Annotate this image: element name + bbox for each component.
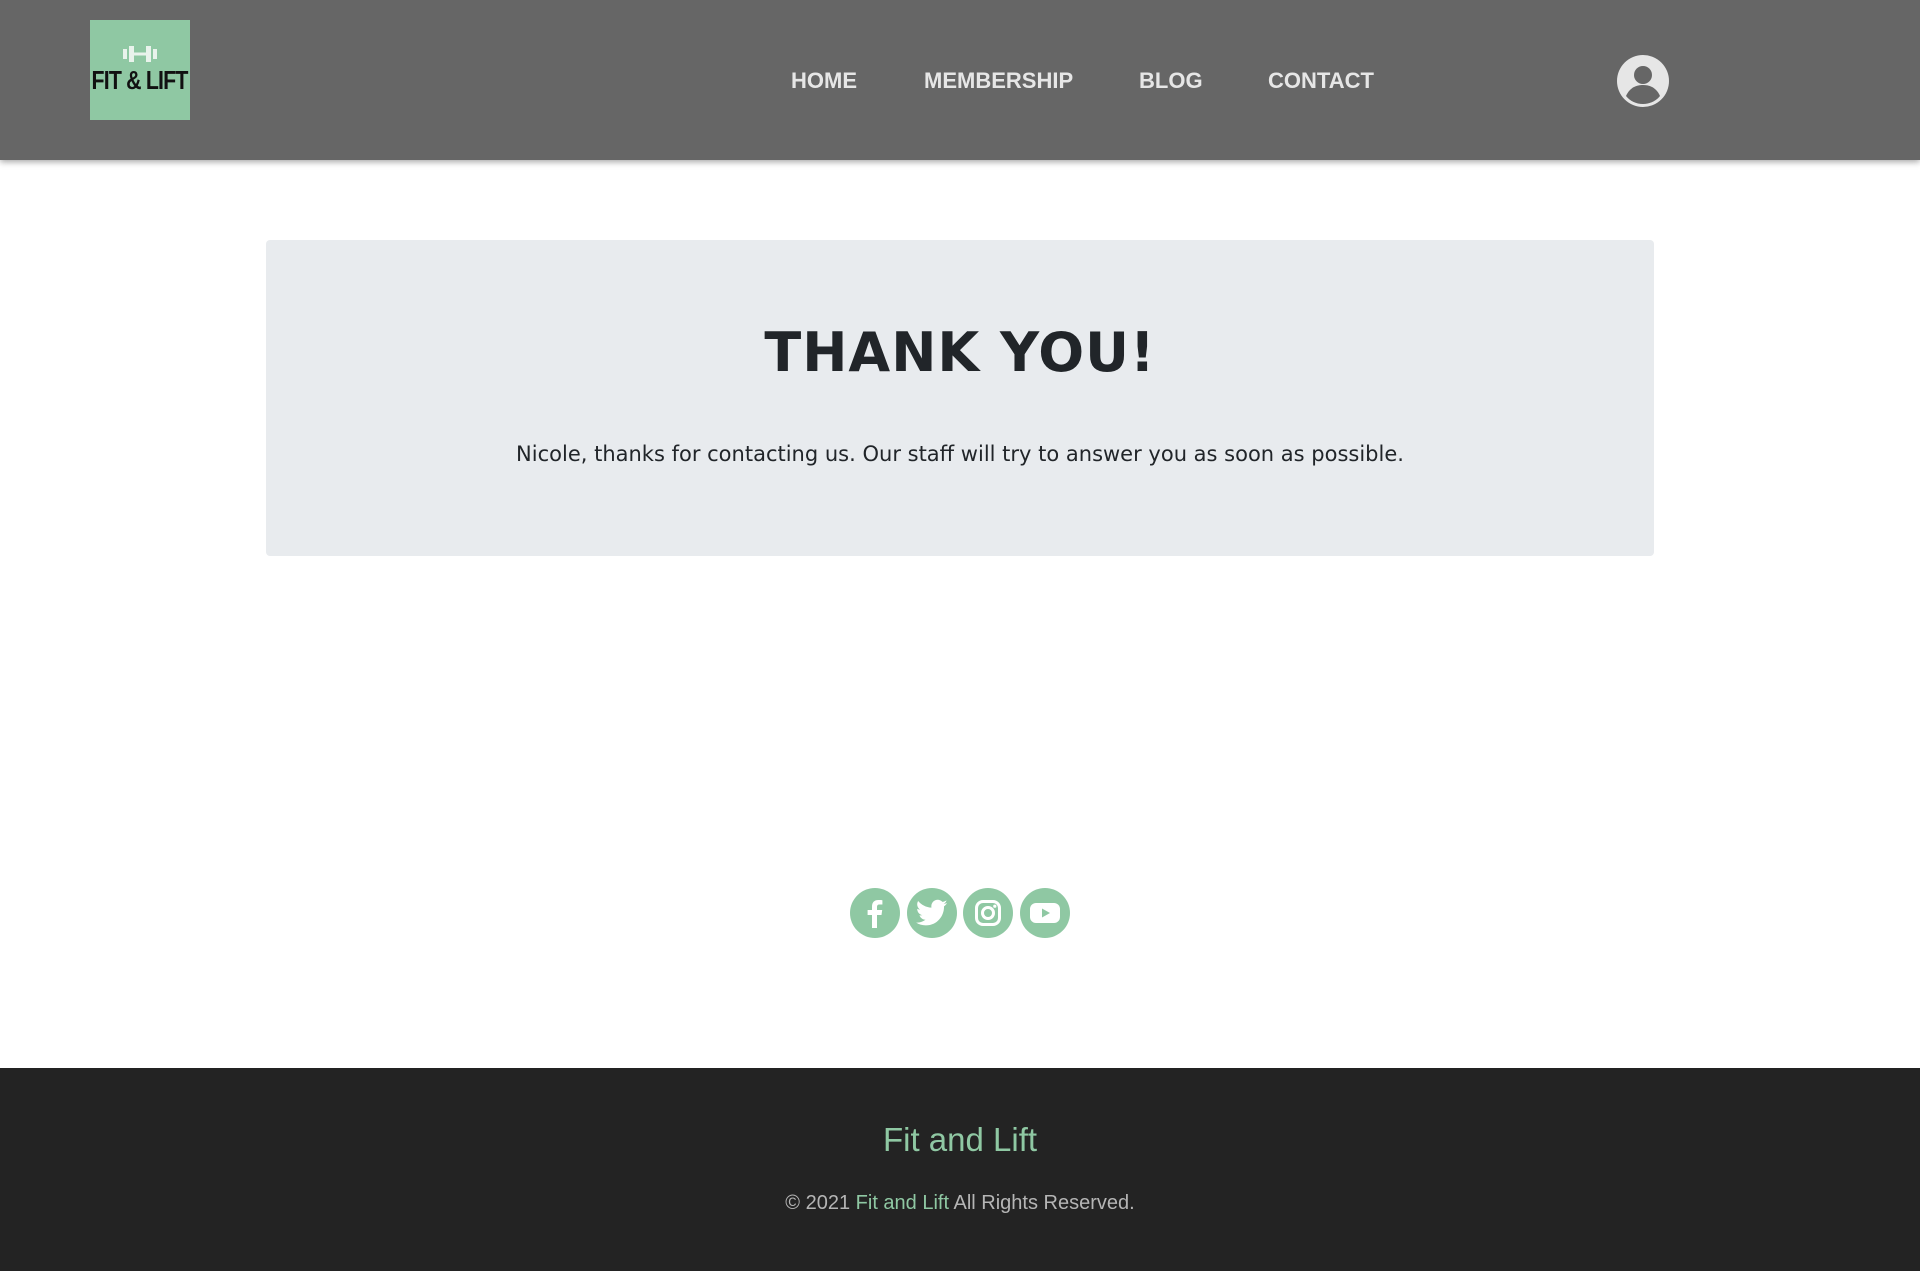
nav-home[interactable]: HOME [791, 66, 857, 96]
site-header: FIT & LIFT HOME MEMBERSHIP BLOG CONTACT [0, 0, 1920, 160]
footer-brand-link[interactable]: Fit and Lift [856, 1192, 949, 1214]
user-account-icon[interactable] [1617, 55, 1669, 107]
twitter-icon [916, 899, 948, 926]
instagram-icon [975, 900, 1001, 926]
facebook-icon [867, 900, 883, 928]
copyright-prefix: © 2021 [785, 1192, 851, 1214]
nav-membership[interactable]: MEMBERSHIP [924, 66, 1073, 96]
facebook-link[interactable] [850, 888, 900, 938]
dumbbell-icon [123, 45, 157, 62]
instagram-link[interactable] [963, 888, 1013, 938]
youtube-link[interactable] [1020, 888, 1070, 938]
thank-you-card: THANK YOU! Nicole, thanks for contacting… [266, 240, 1654, 556]
confirmation-message: Nicole, thanks for contacting us. Our st… [516, 442, 1404, 466]
copyright-suffix: All Rights Reserved. [953, 1192, 1135, 1214]
footer-title: Fit and Lift [882, 1121, 1038, 1158]
social-links [850, 888, 1070, 938]
nav-blog[interactable]: BLOG [1139, 66, 1203, 96]
footer-copyright: © 2021 Fit and Lift All Rights Reserved. [0, 1190, 1920, 1216]
twitter-link[interactable] [907, 888, 957, 938]
site-footer: Fit and Lift © 2021 Fit and Lift All Rig… [0, 1068, 1920, 1271]
page-title: THANK YOU! [764, 321, 1156, 384]
nav-contact[interactable]: CONTACT [1268, 66, 1374, 96]
youtube-icon [1030, 903, 1060, 923]
